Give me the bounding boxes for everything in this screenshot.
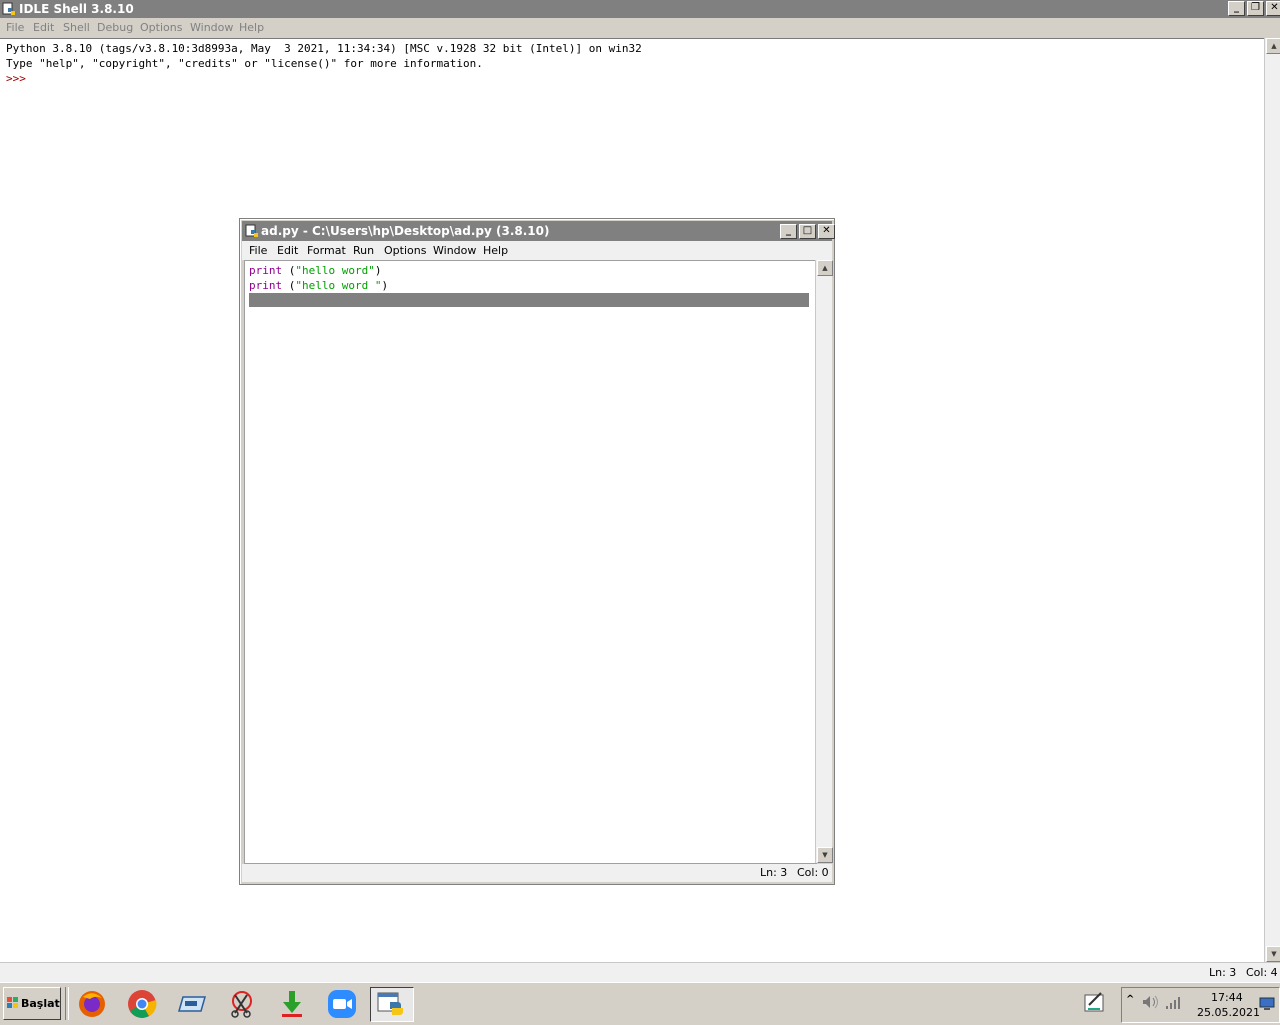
editor-menu-run[interactable]: Run bbox=[353, 244, 374, 257]
tray-expand-chevron[interactable]: ^ bbox=[1126, 994, 1134, 1005]
editor-title: ad.py - C:\Users\hp\Desktop\ad.py (3.8.1… bbox=[261, 224, 550, 238]
snipping-tool-icon[interactable] bbox=[225, 987, 259, 1020]
editor-column-number: Col: 0 bbox=[797, 866, 829, 879]
editor-menu-edit[interactable]: Edit bbox=[277, 244, 298, 257]
shell-info-line: Type "help", "copyright", "credits" or "… bbox=[6, 57, 483, 70]
volume-icon[interactable] bbox=[1141, 994, 1159, 1010]
menu-shell[interactable]: Shell bbox=[63, 21, 90, 34]
shell-scrollbar[interactable]: ▲ ▼ bbox=[1264, 38, 1280, 962]
shell-menubar: File Edit Shell Debug Options Window Hel… bbox=[0, 18, 1280, 39]
editor-menubar: File Edit Format Run Options Window Help bbox=[242, 241, 832, 260]
menu-window[interactable]: Window bbox=[190, 21, 233, 34]
code-paren: ) bbox=[381, 279, 389, 292]
shell-line-number: Ln: 3 bbox=[1209, 966, 1237, 979]
shell-banner-line: Python 3.8.10 (tags/v3.8.10:3d8993a, May… bbox=[6, 42, 642, 55]
network-signal-icon[interactable] bbox=[1165, 995, 1183, 1009]
show-desktop-icon[interactable] bbox=[1259, 997, 1275, 1010]
code-paren: ( bbox=[282, 279, 296, 292]
menu-debug[interactable]: Debug bbox=[97, 21, 133, 34]
code-paren: ( bbox=[282, 264, 296, 277]
taskbar: Başlat ^ 17:44 25.05.2021 bbox=[0, 982, 1280, 1025]
editor-menu-file[interactable]: File bbox=[249, 244, 267, 257]
shell-statusbar: Ln: 3 Col: 4 bbox=[0, 962, 1280, 983]
code-line-2: print ("hello word ") bbox=[249, 279, 388, 292]
editor-menu-options[interactable]: Options bbox=[384, 244, 426, 257]
shell-title: IDLE Shell 3.8.10 bbox=[19, 2, 134, 16]
menu-help[interactable]: Help bbox=[239, 21, 264, 34]
notes-icon[interactable] bbox=[1083, 991, 1107, 1015]
restore-button[interactable]: ❐ bbox=[1247, 1, 1264, 16]
editor-menu-format[interactable]: Format bbox=[307, 244, 346, 257]
code-paren: ) bbox=[374, 264, 382, 277]
editor-scroll-up-arrow[interactable]: ▲ bbox=[817, 260, 833, 276]
code-line-1: print ("hello word") bbox=[249, 264, 381, 277]
download-icon[interactable] bbox=[275, 987, 309, 1020]
editor-scrollbar[interactable]: ▲ ▼ bbox=[815, 260, 833, 863]
editor-statusbar: Ln: 3 Col: 0 bbox=[242, 864, 832, 882]
shell-titlebar[interactable]: IDLE Shell 3.8.10 _ ❐ ✕ bbox=[0, 0, 1280, 18]
close-button[interactable]: ✕ bbox=[1266, 1, 1280, 16]
zoom-icon[interactable] bbox=[325, 987, 359, 1020]
clock-time[interactable]: 17:44 bbox=[1211, 991, 1243, 1004]
minimize-button[interactable]: _ bbox=[1228, 1, 1245, 16]
editor-minimize-button[interactable]: _ bbox=[780, 224, 797, 239]
start-label: Başlat bbox=[21, 997, 60, 1010]
taskbar-separator bbox=[65, 987, 69, 1020]
keyword-print: print bbox=[249, 264, 283, 277]
keyword-print: print bbox=[249, 279, 283, 292]
scanner-icon[interactable] bbox=[175, 987, 209, 1020]
editor-menu-window[interactable]: Window bbox=[433, 244, 476, 257]
chrome-icon[interactable] bbox=[125, 987, 159, 1020]
taskbar-idle-button[interactable] bbox=[370, 987, 414, 1022]
editor-window: ad.py - C:\Users\hp\Desktop\ad.py (3.8.1… bbox=[239, 218, 835, 885]
current-line-highlight bbox=[249, 293, 809, 307]
editor-scroll-down-arrow[interactable]: ▼ bbox=[817, 847, 833, 863]
start-button[interactable]: Başlat bbox=[3, 987, 61, 1020]
menu-edit[interactable]: Edit bbox=[33, 21, 54, 34]
scroll-up-arrow[interactable]: ▲ bbox=[1266, 38, 1280, 54]
editor-maximize-button[interactable]: □ bbox=[799, 224, 816, 239]
editor-menu-help[interactable]: Help bbox=[483, 244, 508, 257]
editor-titlebar[interactable]: ad.py - C:\Users\hp\Desktop\ad.py (3.8.1… bbox=[242, 221, 835, 241]
string-literal: "hello word " bbox=[295, 279, 382, 292]
scroll-down-arrow[interactable]: ▼ bbox=[1266, 946, 1280, 962]
editor-text-area[interactable]: print ("hello word") print ("hello word … bbox=[244, 260, 817, 864]
editor-window-controls: _ □ ✕ bbox=[780, 224, 835, 239]
shell-prompt: >>> bbox=[6, 72, 26, 85]
menu-options[interactable]: Options bbox=[140, 21, 182, 34]
firefox-icon[interactable] bbox=[75, 987, 109, 1020]
python-idle-icon bbox=[377, 992, 403, 1015]
editor-line-number: Ln: 3 bbox=[760, 866, 788, 879]
idle-app-icon bbox=[2, 2, 15, 15]
editor-app-icon bbox=[245, 224, 258, 237]
string-literal: "hello word" bbox=[295, 264, 375, 277]
shell-window-controls: _ ❐ ✕ bbox=[1228, 1, 1280, 16]
shell-column-number: Col: 4 bbox=[1246, 966, 1278, 979]
menu-file[interactable]: File bbox=[6, 21, 24, 34]
windows-logo-icon bbox=[7, 997, 18, 1008]
clock-date[interactable]: 25.05.2021 bbox=[1197, 1006, 1260, 1019]
editor-close-button[interactable]: ✕ bbox=[818, 224, 835, 239]
